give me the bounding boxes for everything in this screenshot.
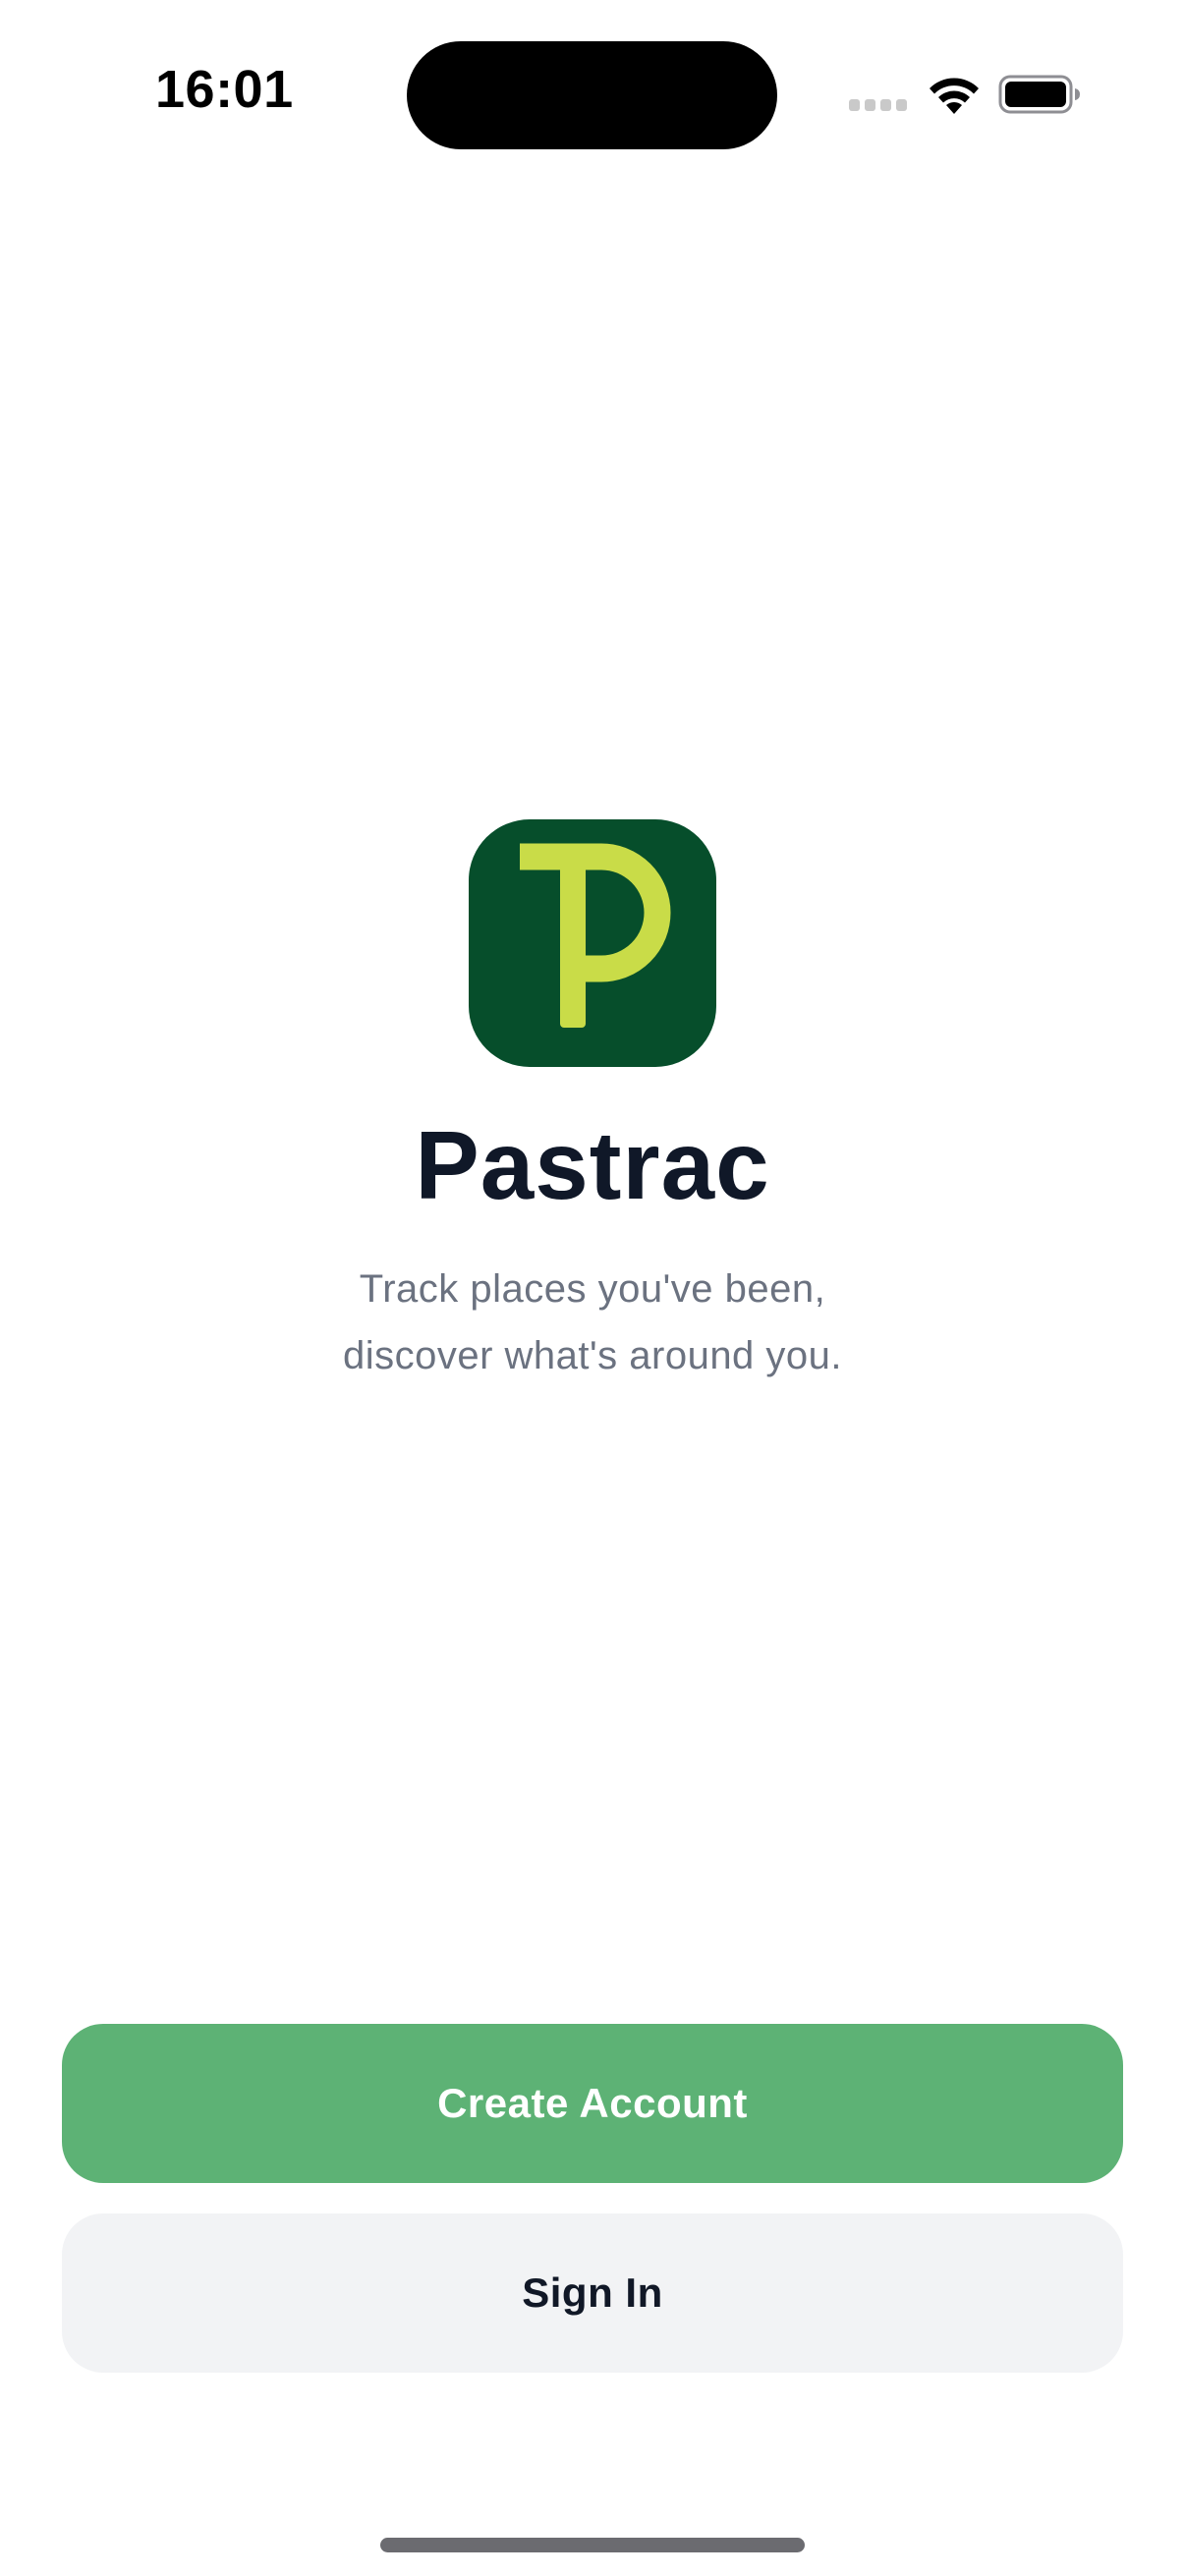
battery-icon <box>998 75 1080 114</box>
pastrac-logo-icon <box>520 843 671 1028</box>
sign-in-button[interactable]: Sign In <box>62 2213 1123 2373</box>
status-bar: 16:01 <box>0 0 1185 187</box>
app-logo <box>469 819 716 1067</box>
cellular-signal-icon <box>849 99 908 113</box>
create-account-button[interactable]: Create Account <box>62 2024 1123 2183</box>
app-title: Pastrac <box>415 1111 770 1219</box>
dynamic-island <box>407 41 777 149</box>
status-time: 16:01 <box>155 60 294 119</box>
home-indicator[interactable] <box>380 2538 805 2552</box>
tagline-line-1: Track places you've been, <box>359 1267 826 1311</box>
wifi-icon <box>930 78 979 114</box>
tagline-line-2: discover what's around you. <box>342 1334 843 1377</box>
app-tagline: Track places you've been, discover what'… <box>0 1256 1185 1389</box>
